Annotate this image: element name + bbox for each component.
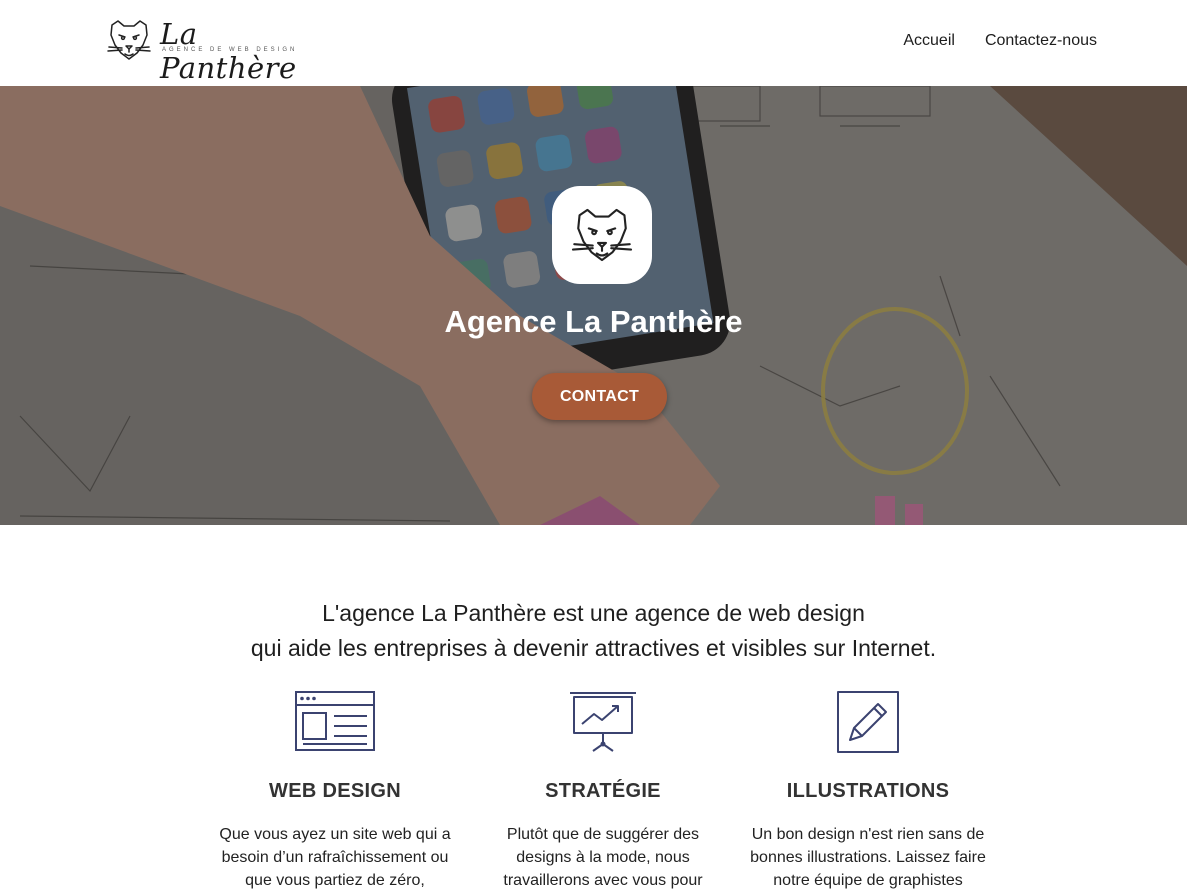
presentation-chart-icon: [570, 692, 636, 752]
site-logo[interactable]: La Panthère AGENCE DE WEB DESIGN: [104, 16, 330, 85]
nav-link-contact[interactable]: Contactez-nous: [985, 32, 1097, 50]
intro-line-1: L'agence La Panthère est une agence de w…: [322, 600, 865, 626]
hero-logo-badge: [552, 186, 652, 284]
logo-wordmark: La Panthère AGENCE DE WEB DESIGN: [160, 17, 330, 85]
service-strategie: STRATÉGIE Plutôt que de suggérer des des…: [478, 690, 728, 892]
browser-window-icon: [295, 691, 375, 751]
hero-title: Agence La Panthère: [444, 304, 743, 339]
service-title: ILLUSTRATIONS: [786, 780, 950, 802]
logo-tagline: AGENCE DE WEB DESIGN: [162, 47, 298, 53]
nav-link-accueil[interactable]: Accueil: [903, 32, 955, 50]
pencil-edit-icon: [837, 691, 899, 753]
panther-head-icon: [571, 208, 633, 262]
service-title: STRATÉGIE: [545, 780, 661, 802]
hero-banner: Agence La Panthère CONTACT: [0, 86, 1187, 525]
service-title: WEB DESIGN: [269, 780, 401, 802]
service-description: Plutôt que de suggérer des designs à la …: [503, 826, 703, 889]
service-illustrations: ILLUSTRATIONS Un bon design n'est rien s…: [743, 690, 993, 892]
panther-logo-icon: [107, 20, 151, 60]
contact-button[interactable]: CONTACT: [532, 373, 667, 420]
intro-line-2: qui aide les entreprises à devenir attra…: [250, 635, 937, 661]
service-web-design: WEB DESIGN Que vous ayez un site web qui…: [210, 690, 460, 892]
intro-text: L'agence La Panthère est une agence de w…: [0, 596, 1187, 666]
service-description: Un bon design n'est rien sans de bonnes …: [750, 826, 986, 889]
main-nav: Accueil Contactez-nous: [903, 32, 1097, 50]
site-header: La Panthère AGENCE DE WEB DESIGN Accueil…: [0, 0, 1187, 86]
service-description: Que vous ayez un site web qui a besoin d…: [219, 826, 451, 889]
